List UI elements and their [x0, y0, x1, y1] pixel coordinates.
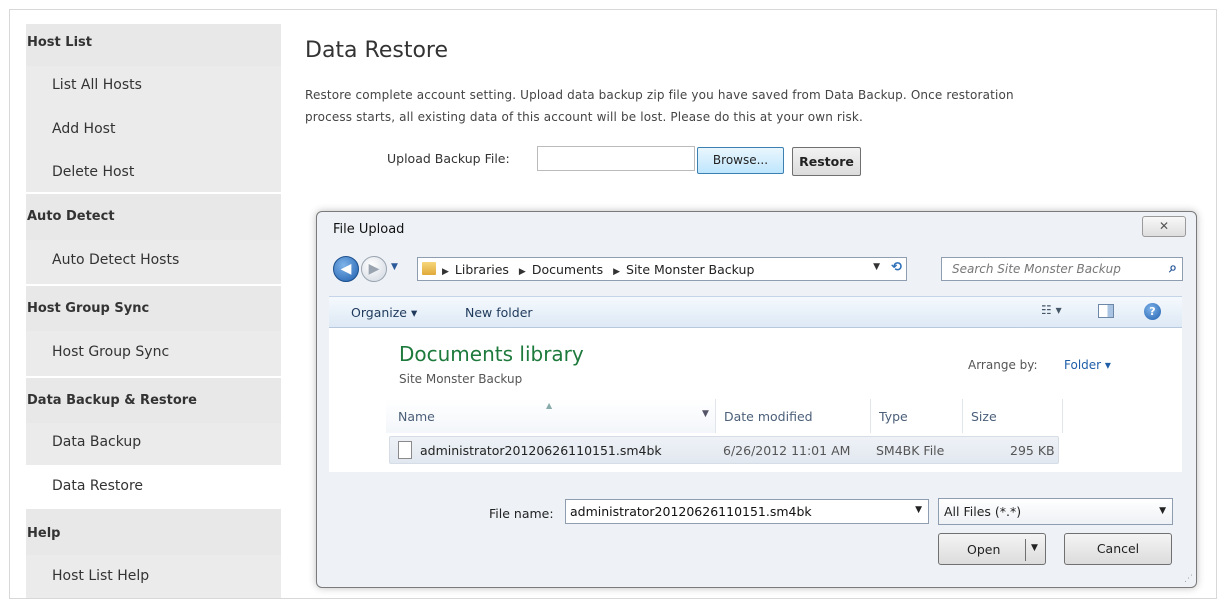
sidebar-section-title: Auto Detect: [27, 209, 115, 224]
cancel-button[interactable]: Cancel: [1064, 533, 1172, 565]
file-name-input[interactable]: administrator20120626110151.sm4bk ▼: [565, 499, 929, 524]
search-input[interactable]: Search Site Monster Backup ⌕: [941, 257, 1183, 281]
sidebar-section-help: Help: [26, 509, 281, 555]
library-title: Documents library: [399, 342, 584, 366]
sidebar-item-host-list-help[interactable]: Host List Help: [26, 555, 281, 598]
file-date-modified: 6/26/2012 11:01 AM: [723, 443, 851, 458]
sidebar-item-delete-host[interactable]: Delete Host: [26, 153, 281, 192]
open-button[interactable]: Open ▼: [938, 533, 1046, 565]
column-header-type[interactable]: Type: [871, 399, 963, 433]
preview-pane-icon[interactable]: [1098, 304, 1114, 318]
sidebar-item-label: Data Restore: [52, 478, 143, 494]
breadcrumb: ▶ Libraries ▶ Documents ▶ Site Monster Back…: [442, 262, 760, 277]
breadcrumb-item[interactable]: Libraries: [455, 262, 509, 277]
arrange-by-dropdown[interactable]: Folder ▾: [1064, 358, 1111, 372]
sidebar-item-label: Delete Host: [52, 164, 135, 180]
column-label: Size: [971, 409, 997, 424]
sidebar-item-label: Data Backup: [52, 434, 142, 450]
file-list-pane: Documents library Site Monster Backup Ar…: [329, 328, 1182, 472]
page-description: Restore complete account setting. Upload…: [305, 88, 1014, 124]
column-header-date-modified[interactable]: Date modified: [716, 399, 871, 433]
upload-label: Upload Backup File:: [387, 151, 510, 166]
sidebar: Host List List All Hosts Add Host Delete…: [26, 24, 281, 598]
sidebar-section-title: Host List: [27, 35, 92, 50]
organize-button[interactable]: Organize ▾: [351, 305, 417, 320]
file-upload-dialog: File Upload ✕ ◀ ▶ ▼ ▶ Libraries ▶ Document…: [316, 211, 1197, 588]
sidebar-section-title: Host Group Sync: [27, 301, 150, 316]
upload-file-input[interactable]: [537, 146, 695, 171]
sidebar-section-title: Help: [27, 526, 61, 541]
search-icon[interactable]: ⌕: [1169, 260, 1177, 276]
sidebar-item-label: List All Hosts: [52, 77, 142, 93]
new-folder-button[interactable]: New folder: [465, 305, 533, 320]
sidebar-item-host-group-sync[interactable]: Host Group Sync: [26, 331, 281, 376]
sidebar-section-host-list: Host List: [26, 24, 281, 66]
back-arrow-icon[interactable]: ◀: [333, 256, 359, 282]
views-icon[interactable]: ☷ ▾: [1041, 303, 1062, 317]
sidebar-section-data-backup-restore: Data Backup & Restore: [26, 378, 281, 423]
column-header-name[interactable]: Name ▲ ▼: [386, 399, 716, 433]
file-name: administrator20120626110151.sm4bk: [420, 443, 662, 458]
breadcrumb-separator-icon: ▶: [613, 267, 621, 277]
column-label: Type: [879, 409, 908, 424]
close-icon[interactable]: ✕: [1142, 216, 1186, 237]
file-type: SM4BK File: [876, 443, 945, 458]
file-name-label: File name:: [489, 506, 554, 521]
sidebar-item-add-host[interactable]: Add Host: [26, 109, 281, 153]
refresh-icon[interactable]: ⟲: [891, 260, 902, 275]
open-button-label: Open: [967, 542, 1001, 557]
history-dropdown-icon[interactable]: ▼: [391, 262, 398, 272]
sidebar-item-label: Auto Detect Hosts: [52, 252, 180, 268]
dialog-toolbar: Organize ▾ New folder ☷ ▾ ?: [329, 296, 1182, 328]
column-label: Date modified: [724, 409, 813, 424]
breadcrumb-item[interactable]: Documents: [532, 262, 603, 277]
sidebar-section-host-group-sync: Host Group Sync: [26, 286, 281, 331]
file-type-filter-select[interactable]: All Files (*.*) ▼: [938, 498, 1173, 525]
split-divider: [1025, 539, 1026, 561]
open-options-dropdown-icon[interactable]: ▼: [1031, 543, 1038, 553]
column-header-size[interactable]: Size: [963, 399, 1063, 433]
resize-grip-icon[interactable]: ⋰: [1184, 574, 1193, 584]
breadcrumb-separator-icon: ▶: [442, 267, 449, 277]
breadcrumb-item[interactable]: Site Monster Backup: [626, 262, 754, 277]
help-icon[interactable]: ?: [1144, 303, 1161, 320]
sidebar-section-auto-detect: Auto Detect: [26, 194, 281, 240]
page-title: Data Restore: [305, 38, 448, 63]
file-name-dropdown-icon[interactable]: ▼: [915, 505, 922, 515]
sidebar-item-label: Host List Help: [52, 568, 150, 584]
address-bar[interactable]: ▶ Libraries ▶ Documents ▶ Site Monster Back…: [417, 257, 907, 281]
sidebar-section-title: Data Backup & Restore: [27, 393, 197, 408]
file-name-value: administrator20120626110151.sm4bk: [570, 504, 812, 519]
folder-icon: [422, 262, 436, 275]
library-subtitle: Site Monster Backup: [399, 372, 523, 386]
address-dropdown-icon[interactable]: ▼: [873, 262, 880, 272]
column-dropdown-icon[interactable]: ▼: [702, 409, 709, 419]
file-size: 295 KB: [1010, 443, 1055, 458]
forward-arrow-icon[interactable]: ▶: [361, 256, 387, 282]
sort-arrow-icon: ▲: [546, 401, 553, 410]
breadcrumb-separator-icon: ▶: [518, 267, 526, 277]
sidebar-item-auto-detect-hosts[interactable]: Auto Detect Hosts: [26, 240, 281, 284]
dialog-title: File Upload: [333, 222, 405, 237]
sidebar-item-label: Add Host: [52, 121, 116, 137]
sidebar-item-data-restore[interactable]: Data Restore: [26, 465, 281, 509]
sidebar-item-data-backup[interactable]: Data Backup: [26, 423, 281, 465]
browse-button[interactable]: Browse...: [697, 147, 784, 174]
column-label: Name: [398, 409, 435, 424]
file-row[interactable]: administrator20120626110151.sm4bk 6/26/2…: [389, 436, 1059, 464]
file-icon: [398, 441, 412, 459]
file-type-filter-value: All Files (*.*): [944, 504, 1022, 519]
sidebar-item-list-all-hosts[interactable]: List All Hosts: [26, 66, 281, 109]
restore-button[interactable]: Restore: [792, 147, 861, 176]
filter-dropdown-icon[interactable]: ▼: [1159, 506, 1166, 516]
arrange-label: Arrange by:: [968, 358, 1038, 372]
sidebar-item-label: Host Group Sync: [52, 344, 170, 360]
search-placeholder: Search Site Monster Backup: [952, 262, 1121, 276]
